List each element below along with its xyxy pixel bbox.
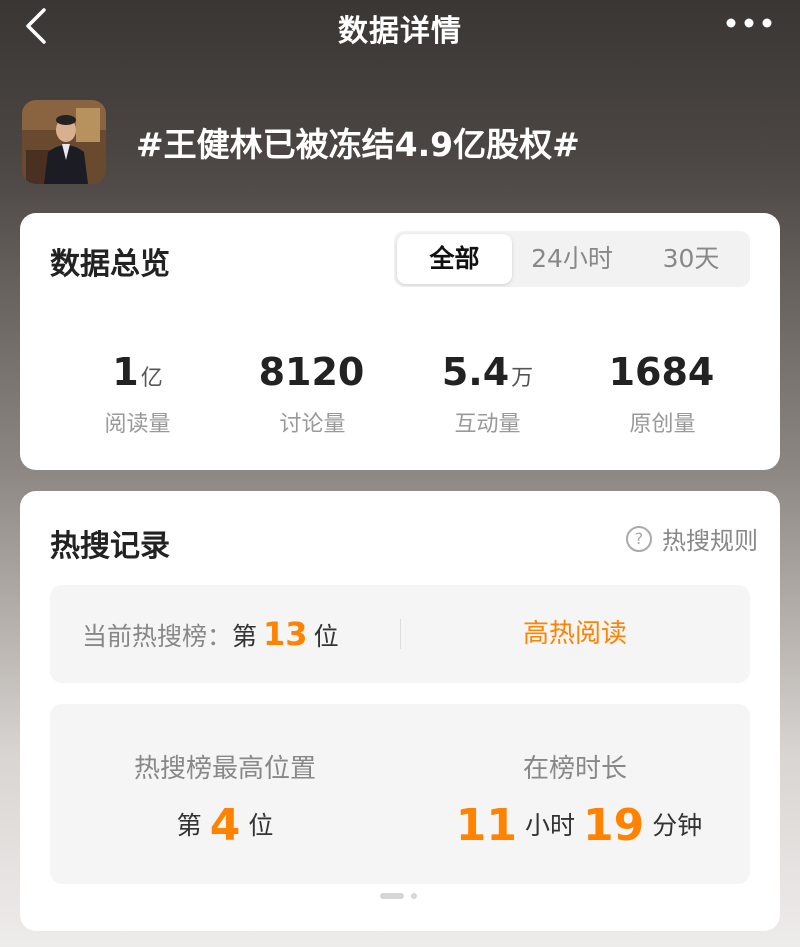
stat-label: 互动量 (454, 412, 521, 437)
tab-30d[interactable]: 30天 (632, 231, 750, 287)
hot-search-card: 热搜记录 ? 热搜规则 当前热搜榜：第 13 位 高热阅读 热搜榜最高位置 第4位 … (20, 491, 780, 931)
overview-title: 数据总览 (50, 247, 170, 282)
top-bar: 数据详情 (0, 0, 800, 54)
stat-interactions: 5.4万 互动量 (400, 349, 575, 438)
peak-rank-value: 第4位 (176, 800, 274, 851)
more-options-icon[interactable] (724, 8, 774, 38)
rules-label: 热搜规则 (662, 527, 758, 555)
stat-value: 1684 (608, 350, 715, 394)
duration-value: 11 小时 19 分钟 (455, 800, 703, 851)
stat-value: 8120 (258, 350, 365, 394)
current-rank: 当前热搜榜：第 13 位 (82, 615, 339, 653)
rank-history-box: 热搜榜最高位置 第4位 在榜时长 11 小时 19 分钟 (50, 704, 750, 884)
page-title: 数据详情 (338, 14, 462, 49)
hot-search-rules-link[interactable]: ? 热搜规则 (626, 521, 758, 556)
peak-rank-label: 热搜榜最高位置 (133, 754, 316, 784)
data-overview-card: 数据总览 全部 24小时 30天 1亿 阅读量 8120 讨论量 5.4万 互动… (20, 213, 780, 470)
question-icon: ? (626, 525, 652, 552)
stat-label: 原创量 (629, 412, 696, 437)
stat-value: 5.4万 (441, 350, 534, 394)
duration-label: 在榜时长 (522, 754, 627, 784)
stat-value: 1亿 (112, 350, 163, 394)
stat-originals: 1684 原创量 (575, 349, 750, 438)
topic-title: #王健林已被冻结4.9亿股权# (136, 125, 580, 164)
topic-header: #王健林已被冻结4.9亿股权# (22, 100, 580, 184)
stat-label: 讨论量 (279, 412, 346, 437)
stat-reads: 1亿 阅读量 (50, 349, 225, 438)
topic-thumbnail (22, 100, 106, 184)
stat-discussions: 8120 讨论量 (225, 349, 400, 438)
current-rank-box: 当前热搜榜：第 13 位 高热阅读 (50, 585, 750, 683)
tab-all[interactable]: 全部 (397, 234, 512, 284)
tab-24h[interactable]: 24小时 (512, 231, 632, 287)
stat-label: 阅读量 (104, 412, 171, 437)
hot-search-title: 热搜记录 (50, 529, 170, 564)
page-indicator (380, 893, 417, 899)
current-rank-number: 13 (263, 615, 308, 653)
time-range-tabs: 全部 24小时 30天 (394, 231, 750, 287)
hot-read-button[interactable]: 高热阅读 (400, 585, 750, 683)
